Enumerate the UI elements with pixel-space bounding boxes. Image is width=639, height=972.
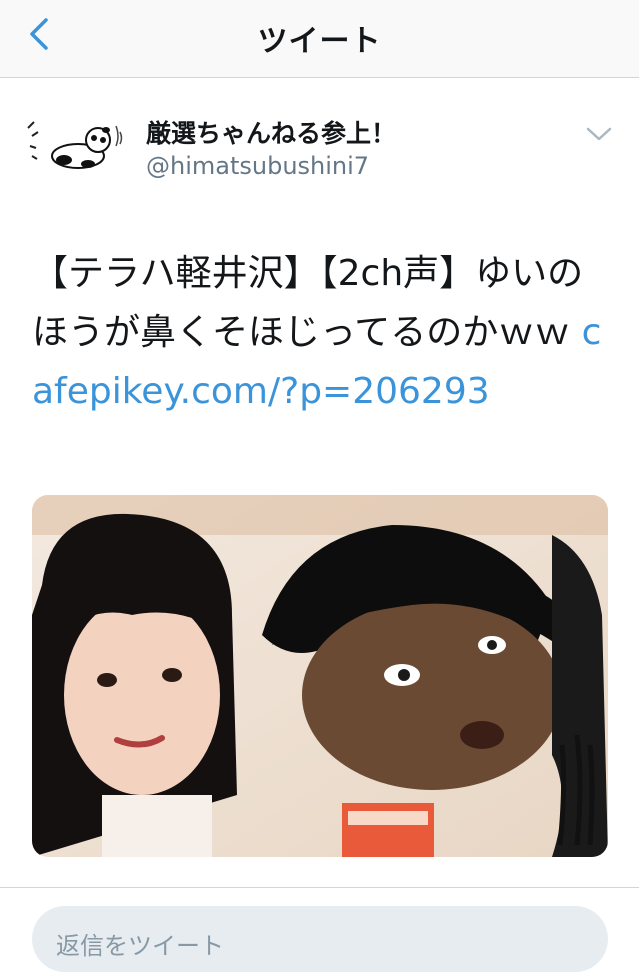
avatar[interactable] xyxy=(18,106,130,176)
navigation-bar: ツイート xyxy=(0,0,639,78)
tweet-header: 厳選ちゃんねる参上！ @himatsubushini7 xyxy=(0,78,639,198)
user-handle[interactable]: @himatsubushini7 xyxy=(146,152,369,180)
reply-input[interactable]: 返信をツイート xyxy=(32,906,608,972)
tweet-body: 【テラハ軽井沢】【2ch声】ゆいのほうが鼻くそほじってるのかｗｗ xyxy=(32,253,584,353)
divider xyxy=(0,887,639,888)
chevron-down-icon[interactable] xyxy=(584,124,614,144)
tweet-media-image[interactable] xyxy=(32,495,608,857)
tweet-text: 【テラハ軽井沢】【2ch声】ゆいのほうが鼻くそほじってるのかｗｗ cafepik… xyxy=(32,244,612,421)
reply-placeholder: 返信をツイート xyxy=(56,932,224,960)
display-name[interactable]: 厳選ちゃんねる参上！ xyxy=(146,114,396,150)
page-title: ツイート xyxy=(257,24,382,59)
